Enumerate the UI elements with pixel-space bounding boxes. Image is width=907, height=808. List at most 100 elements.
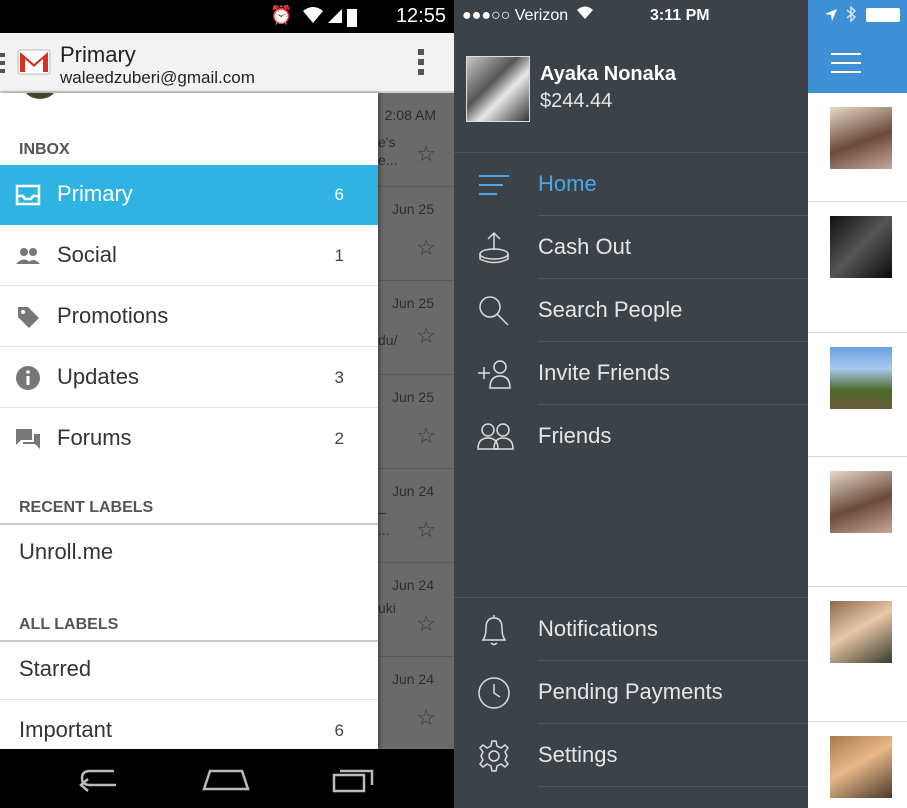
feed-header: [808, 0, 907, 93]
battery-icon: [346, 7, 358, 32]
email-row[interactable]: 2:08 AM e's e... ☆: [378, 93, 454, 187]
feed-item[interactable]: [808, 457, 907, 587]
drawer-item-label: Primary: [57, 181, 133, 206]
account-email: waleedzuberi@gmail.com: [60, 68, 255, 87]
unread-count: 1: [334, 246, 344, 265]
home-icon[interactable]: [202, 763, 250, 795]
menu-item-settings[interactable]: Settings: [454, 724, 808, 787]
avatar: [830, 216, 892, 278]
bell-icon: [476, 612, 512, 648]
activity-feed-peek: [808, 0, 907, 808]
drawer-item-starred[interactable]: Starred: [0, 640, 378, 700]
email-row[interactable]: Jun 25 du/ ☆: [378, 281, 454, 375]
menu-item-search-people[interactable]: Search People: [454, 279, 808, 342]
battery-icon: [866, 8, 900, 22]
drawer-item-important[interactable]: Important 6: [0, 701, 378, 749]
avatar: [830, 601, 892, 663]
menu-item-cash-out[interactable]: Cash Out: [454, 216, 808, 279]
ios-status-bar: ●●●○○ Verizon 3:11 PM: [454, 0, 809, 32]
email-list-dimmed: 2:08 AM e's e... ☆ Jun 25 ☆ Jun 25 du/ ☆…: [378, 93, 454, 749]
feed-item[interactable]: [808, 93, 907, 202]
email-row[interactable]: Jun 25 ☆: [378, 187, 454, 281]
profile-header[interactable]: Ayaka Nonaka $244.44: [454, 32, 808, 153]
unread-count: 6: [334, 721, 344, 740]
clock-icon: [476, 675, 512, 711]
drawer-item-social[interactable]: Social 1: [0, 226, 378, 286]
overflow-menu-icon[interactable]: [418, 49, 424, 79]
forum-icon: [14, 425, 42, 453]
status-time: 3:11 PM: [650, 7, 710, 24]
ios-venmo-screen: ●●●○○ Verizon 3:11 PM Ayaka Nonaka $244.…: [454, 0, 907, 808]
drawer-item-primary[interactable]: Primary 6: [0, 165, 378, 225]
feed-item[interactable]: [808, 333, 907, 457]
hamburger-menu-icon[interactable]: [831, 53, 861, 80]
star-icon[interactable]: ☆: [416, 705, 436, 731]
drawer-item-label: Important: [19, 717, 112, 742]
star-icon[interactable]: ☆: [416, 423, 436, 449]
email-snippet: du/: [378, 332, 398, 348]
signal-icon: [326, 5, 344, 30]
email-date: Jun 25: [391, 201, 434, 217]
location-icon: [824, 8, 838, 27]
home-lines-icon: [476, 167, 512, 203]
menu-item-label: Friends: [538, 423, 612, 448]
star-icon[interactable]: ☆: [416, 323, 436, 349]
balance: $244.44: [540, 90, 613, 112]
star-icon[interactable]: ☆: [416, 611, 436, 637]
email-row[interactable]: Jun 25 ☆: [378, 375, 454, 469]
email-row[interactable]: Jun 24 ☆: [378, 657, 454, 749]
section-header-all-labels: ALL LABELS: [0, 616, 378, 642]
alarm-icon: ⏰: [270, 5, 293, 25]
drawer-item-label: Unroll.me: [19, 539, 114, 564]
android-gmail-screen: ⏰ 12:55 Primary waleedzuberi@gmail.com 2…: [0, 0, 454, 808]
menu-item-notifications[interactable]: Notifications: [454, 598, 808, 661]
star-icon[interactable]: ☆: [416, 235, 436, 261]
gmail-logo-icon[interactable]: [16, 44, 52, 78]
email-date: Jun 25: [391, 295, 434, 311]
recent-apps-icon[interactable]: [330, 763, 378, 795]
menu-item-invite-friends[interactable]: Invite Friends: [454, 342, 808, 405]
action-bar-title: Primary: [60, 42, 136, 67]
menu-item-label: Cash Out: [538, 234, 631, 259]
feed-item[interactable]: [808, 202, 907, 333]
back-icon[interactable]: [76, 763, 124, 795]
gear-icon: [476, 738, 512, 774]
email-date: Jun 24: [391, 671, 434, 687]
unread-count: 2: [334, 429, 344, 448]
profile-name: Ayaka Nonaka: [540, 63, 676, 85]
drawer-item-updates[interactable]: Updates 3: [0, 348, 378, 408]
feed-item[interactable]: [808, 722, 907, 808]
menu-item-pending-payments[interactable]: Pending Payments: [454, 661, 808, 724]
email-snippet: – ...: [378, 504, 390, 538]
wifi-icon: [302, 5, 324, 30]
drawer-item-unroll-me[interactable]: Unroll.me: [0, 523, 378, 583]
drawer-item-label: Promotions: [57, 303, 169, 328]
email-date: Jun 25: [391, 389, 434, 405]
drawer-item-forums[interactable]: Forums 2: [0, 409, 378, 469]
side-menu: ●●●○○ Verizon 3:11 PM Ayaka Nonaka $244.…: [454, 0, 808, 808]
star-icon[interactable]: ☆: [416, 141, 436, 167]
menu-item-home[interactable]: Home: [454, 153, 808, 216]
star-icon[interactable]: ☆: [416, 517, 436, 543]
email-snippet: e's e...: [378, 134, 398, 168]
menu-item-friends[interactable]: Friends: [454, 405, 808, 468]
menu-item-label: Pending Payments: [538, 679, 723, 704]
menu-item-label: Home: [538, 171, 597, 196]
email-date: 2:08 AM: [384, 107, 436, 123]
feed-item[interactable]: [808, 587, 907, 722]
menu-item-label: Search People: [538, 297, 683, 322]
navigation-drawer: INBOX Primary 6 Social 1 Promotions Upda…: [0, 93, 378, 749]
avatar[interactable]: [22, 93, 58, 99]
email-row[interactable]: Jun 24 – ... ☆: [378, 469, 454, 563]
email-date: Jun 24: [391, 577, 434, 593]
email-row[interactable]: Jun 24 uki ☆: [378, 563, 454, 657]
drawer-item-label: Social: [57, 242, 117, 267]
avatar: [830, 347, 892, 409]
email-snippet: uki: [378, 600, 396, 616]
section-header-inbox: INBOX: [0, 141, 378, 167]
menu-item-label: Invite Friends: [538, 360, 671, 385]
gmail-action-bar: Primary waleedzuberi@gmail.com: [0, 33, 454, 93]
drawer-indicator-icon[interactable]: [0, 53, 5, 75]
avatar: [830, 471, 892, 533]
drawer-item-promotions[interactable]: Promotions: [0, 287, 378, 347]
